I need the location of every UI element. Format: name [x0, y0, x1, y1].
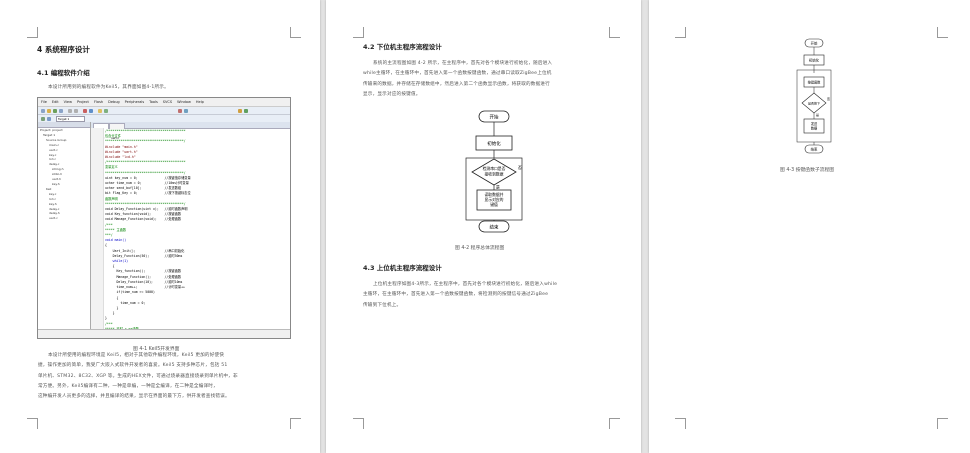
body-line: 常方便。另外，Keil5编译有二种，一种是单编，一种是全编译，在二种是全编译时， — [38, 383, 218, 389]
toolbar-icon — [184, 108, 188, 113]
toolbar-icon — [41, 108, 45, 113]
body-paragraph: 上位机主程序如图4-3所示，在主程序中，首先对各个模块进行初始化，随后进入whi… — [363, 280, 557, 311]
flow-key-label: 按键函数 — [808, 80, 822, 85]
toolbar-icon — [89, 108, 93, 113]
crop-mark — [675, 418, 686, 429]
toolbar-icon — [53, 108, 57, 113]
body-line: 传输来的数据，并存储在存储数组中，然后进入第二个函数显示函数，将获取的数据进行 — [363, 81, 550, 87]
crop-mark — [937, 27, 948, 38]
body-line: 单片机、STM32、8C32、XGP 等。生成的HEX文件，可通过烧录器直接烧录… — [38, 373, 238, 379]
document-page-2: 4.2 下位机主程序流程设计 系统的主流程图如图 4-2 所示，在主程序中，首先… — [326, 0, 641, 453]
toolbar-icon — [41, 116, 45, 121]
toolbar-icon — [238, 108, 242, 113]
main-flowchart: 开始 初始化 检测串口是否 接收到数据 否 是 读取数据并 显示对应的 键值 结… — [465, 110, 523, 233]
flow-init-label: 初始化 — [809, 58, 820, 63]
flow-decision-line: 检测串口是否 — [483, 166, 506, 171]
flow-no-label: 否 — [518, 165, 522, 170]
section-heading: 4.1 编程软件介绍 — [37, 69, 90, 77]
body-line: 上位机主程序如图4-3所示，在主程序中，首先对各个模块进行初始化，随后进入whi… — [373, 282, 558, 287]
flow-start-label: 开始 — [811, 41, 818, 46]
body-paragraph: 系统的主流程图如图 4-2 所示，在主程序中，首先对各个模块进行初始化，随后进入… — [363, 59, 552, 100]
project-tree: Project: project Target 1 Source Group main… — [38, 128, 90, 221]
toolbar-icon — [47, 116, 51, 121]
flow-no-label: 否 — [827, 97, 830, 101]
menu-item[interactable]: File — [41, 100, 47, 104]
flow-decision-line: 接收到数据 — [485, 172, 504, 177]
crop-mark — [937, 418, 948, 429]
body-paragraph: 本设计所使用的编程环境是 Keil5，相对于其他软件编程环境，Keil5 更加的… — [38, 351, 238, 402]
flow-end-label: 结束 — [811, 147, 818, 152]
section-heading: 4.3 上位机主程序流程设计 — [363, 264, 442, 272]
toolbar-icon — [178, 108, 182, 113]
crop-mark — [290, 418, 301, 429]
menu-item[interactable]: Debug — [108, 100, 120, 104]
flow-yes-label: 是 — [816, 112, 819, 117]
code-editor: main.c uart.c /*************************… — [91, 122, 290, 338]
crop-mark — [27, 27, 38, 38]
code-text[interactable]: /***************************************… — [105, 129, 288, 338]
menu-item[interactable]: SVCS — [163, 100, 172, 104]
flow-init-label: 初始化 — [487, 140, 501, 147]
document-page-1: 4 系统程序设计 4.1 编程软件介绍 本设计所用到的编程软件为Keil5，其界… — [0, 0, 320, 453]
ide-workspace: Project: project Target 1 Source Group main… — [38, 122, 290, 338]
body-line: 主循环，在主循环中，首先进入第一个函数按键函数，将检测到的按键信号通过ZigBe… — [363, 292, 549, 298]
toolbar-icon — [59, 108, 63, 113]
menu-item[interactable]: Flash — [94, 100, 103, 104]
toolbar-icon — [104, 108, 108, 113]
line-number-gutter — [91, 128, 104, 330]
body-line: 捷，操作更加的简单，我受广大嵌入式软件开发者的喜爱。Keil5 支持多种芯片，包… — [38, 363, 228, 369]
body-line: while主循环，在主循环中，首先进入第一个函数按键函数，通过串口读取ZigBe… — [363, 71, 552, 77]
menu-item[interactable]: Help — [196, 100, 204, 104]
toolbar-icon — [68, 108, 72, 113]
editor-tabs: main.c uart.c — [91, 122, 290, 140]
crop-mark — [353, 418, 364, 429]
flow-process-line: 键值 — [490, 202, 498, 207]
toolbar-icon — [74, 108, 78, 113]
crop-mark — [27, 418, 38, 429]
body-line: 这种编开发人员更多的选择，并且编译的结果，显示在界面的最下方，供开发者查找错误。 — [38, 394, 230, 400]
intro-paragraph: 本设计所用到的编程软件为Keil5，其界面如图4-1所示。 — [48, 85, 169, 90]
figure-caption: 图 4-3 按键函数子流程图 — [780, 168, 835, 173]
toolbar-icon — [83, 108, 87, 113]
menu-item[interactable]: Edit — [52, 100, 59, 104]
key-flowchart: 开始 初始化 按键函数 是否按下 否 是 发送 数据 结束 — [796, 38, 832, 154]
chapter-heading: 4 系统程序设计 — [37, 45, 90, 54]
menu-item[interactable]: Peripherals — [125, 100, 145, 104]
ide-toolbar — [38, 107, 290, 115]
body-line: 显示，显示对应的按键值。 — [363, 91, 421, 97]
crop-mark — [609, 27, 620, 38]
flow-send-line: 数据 — [811, 126, 818, 131]
section-heading: 4.2 下位机主程序流程设计 — [363, 43, 442, 51]
flow-start-label: 开始 — [490, 114, 499, 121]
body-line: 系统的主流程图如图 4-2 所示，在主程序中，首先对各个模块进行初始化，随后进入 — [373, 61, 553, 66]
toolbar-icon — [98, 108, 102, 113]
project-panel: Project: project Target 1 Source Group main… — [38, 122, 91, 330]
toolbar-icon — [47, 108, 51, 113]
crop-mark — [675, 27, 686, 38]
flow-yes-label: 是 — [496, 185, 500, 190]
tree-item[interactable]: uart.c — [40, 216, 90, 221]
menu-item[interactable]: View — [64, 100, 72, 104]
body-line: 本设计所使用的编程环境是 Keil5，相对于其他软件编程环境，Keil5 更加的… — [48, 353, 225, 358]
crop-mark — [290, 27, 301, 38]
figure-caption: 图 4-2 程序总体流程图 — [455, 246, 505, 251]
flow-send-line: 发送 — [811, 121, 818, 126]
menu-item[interactable]: Project — [77, 100, 89, 104]
menu-item[interactable]: Window — [177, 100, 191, 104]
body-line: 传输到下位机上。 — [363, 302, 402, 308]
ide-statusbar — [38, 329, 290, 338]
ide-menubar: File Edit View Project Flash Debug Peripherals… — [38, 98, 290, 107]
flow-decision-label: 是否按下 — [808, 101, 820, 106]
ide-screenshot: File Edit View Project Flash Debug Peripherals… — [37, 97, 291, 339]
crop-mark — [609, 418, 620, 429]
crop-mark — [353, 27, 364, 38]
toolbar-icon — [244, 108, 248, 113]
flow-end-label: 结束 — [490, 224, 499, 231]
menu-item[interactable]: Tools — [149, 100, 158, 104]
document-page-3: 开始 初始化 按键函数 是否按下 否 是 发送 数据 结束 图 4-3 按键函数… — [649, 0, 970, 453]
